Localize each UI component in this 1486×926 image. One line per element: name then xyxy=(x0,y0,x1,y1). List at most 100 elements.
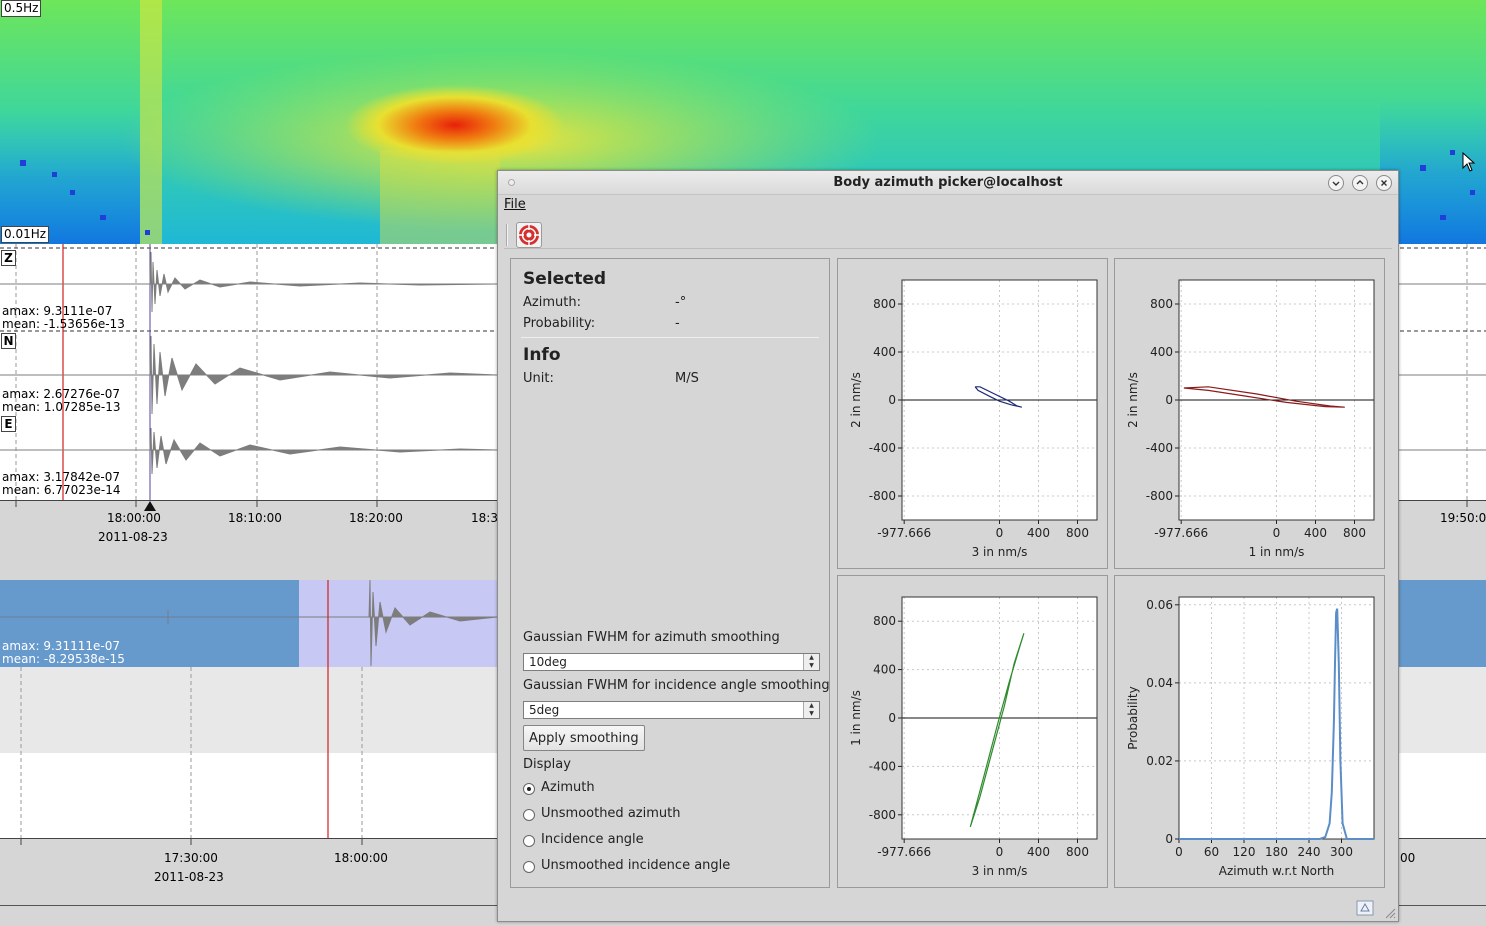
radio-unchecked-icon[interactable] xyxy=(523,809,535,821)
trace-component-e: E xyxy=(1,416,16,432)
x-tick-label: 800 xyxy=(1066,845,1089,859)
apply-smoothing-button[interactable]: Apply smoothing xyxy=(523,725,645,751)
incidence-smoothing-input[interactable] xyxy=(526,702,796,718)
incidence-smoothing-spinbox[interactable]: ▲ ▼ xyxy=(523,701,820,719)
azimuth-smoothing-spinbox[interactable]: ▲ ▼ xyxy=(523,653,820,671)
chevron-up-icon xyxy=(1356,180,1364,185)
y-tick-label: 0 xyxy=(888,393,896,407)
y-tick-label: 800 xyxy=(1150,297,1173,311)
trace-e-mean: mean: 6.77023e-14 xyxy=(2,483,121,497)
spin-up-icon[interactable]: ▲ xyxy=(804,654,819,662)
spin-down-icon[interactable]: ▼ xyxy=(804,662,819,670)
x-axis-label: 1 in nm/s xyxy=(1249,545,1305,559)
y-axis-label: 2 in nm/s xyxy=(1126,372,1140,428)
azimuth-label: Azimuth: xyxy=(523,295,581,310)
x-tick-label: 300 xyxy=(1330,845,1353,859)
selected-heading: Selected xyxy=(523,269,607,289)
pick-marker-icon xyxy=(144,501,156,511)
display-label: Display xyxy=(523,757,571,772)
x-tick-label: 240 xyxy=(1298,845,1321,859)
toolbar xyxy=(504,221,1392,249)
overview-time-tick: 18:00:00 xyxy=(334,851,388,865)
x-tick-label: 400 xyxy=(1304,526,1327,540)
x-axis-label: 3 in nm/s xyxy=(972,545,1028,559)
azimuth-probability-plot[interactable]: 0 60 120 180 240 300 0.06 0.04 0.02 0 Azimuth w.r.… xyxy=(1114,575,1385,888)
particle-motion-plot-3-vs-2[interactable]: -977.666 0 400 800 800 400 0 -400 -800 3 in nm/s 2… xyxy=(837,258,1108,569)
y-tick-label: 400 xyxy=(873,663,896,677)
radio-unchecked-icon[interactable] xyxy=(523,861,535,873)
particle-motion-plot-1-vs-2[interactable]: -977.666 0 400 800 800 400 0 -400 -800 1 in nm/s 2… xyxy=(1114,258,1385,569)
radio-unchecked-icon[interactable] xyxy=(523,835,535,847)
y-tick-label: -800 xyxy=(869,808,896,822)
x-tick-label: 800 xyxy=(1066,526,1089,540)
menu-bar: File xyxy=(504,197,526,215)
pick-azimuth-button[interactable] xyxy=(516,222,542,248)
window-title: Body azimuth picker@localhost xyxy=(833,175,1063,190)
window-titlebar[interactable]: Body azimuth picker@localhost xyxy=(498,171,1398,195)
y-tick-label: 800 xyxy=(873,614,896,628)
toolbar-handle[interactable] xyxy=(506,224,508,246)
x-tick-label: 400 xyxy=(1027,526,1050,540)
y-tick-label: -800 xyxy=(869,489,896,503)
overview-time-tick: 00 xyxy=(1400,851,1416,865)
probability-value: - xyxy=(675,316,680,331)
y-tick-label: 0 xyxy=(1165,393,1173,407)
y-axis-label: Probability xyxy=(1126,686,1140,749)
x-tick-label: 0 xyxy=(996,845,1004,859)
particle-motion-chart: -977.666 0 400 800 800 400 0 -400 -800 3 in nm/s 2… xyxy=(849,279,1098,559)
trace-n-mean: mean: 1.07285e-13 xyxy=(2,400,121,414)
time-tick: 18:10:00 xyxy=(228,511,282,525)
y-tick-label: -800 xyxy=(1146,489,1173,503)
time-tick: 18:00:00 xyxy=(107,511,161,525)
spin-down-icon[interactable]: ▼ xyxy=(804,710,819,718)
x-tick-label: -977.666 xyxy=(877,845,931,859)
time-tick: 19:50:0 xyxy=(1440,511,1486,525)
y-axis-label: 2 in nm/s xyxy=(849,372,863,428)
trace-component-z: Z xyxy=(1,250,16,266)
particle-motion-plot-3-vs-1[interactable]: -977.666 0 400 800 800 400 0 -400 -800 3 in nm/s 1… xyxy=(837,575,1108,888)
spin-up-icon[interactable]: ▲ xyxy=(804,702,819,710)
time-tick: 18:3 xyxy=(471,511,498,525)
y-tick-label: -400 xyxy=(1146,441,1173,455)
azimuth-smoothing-input[interactable] xyxy=(526,654,796,670)
y-tick-label: 0.06 xyxy=(1146,598,1173,612)
maximize-button[interactable] xyxy=(1352,175,1368,191)
overview-mean: mean: -8.29538e-15 xyxy=(2,652,125,666)
y-tick-label: 0 xyxy=(888,711,896,725)
unit-label: Unit: xyxy=(523,371,554,386)
azimuth-smoothing-label: Gaussian FWHM for azimuth smoothing xyxy=(523,630,780,645)
screen-icon[interactable] xyxy=(1356,900,1374,916)
y-tick-label: 0.02 xyxy=(1146,754,1173,768)
overview-time-tick: 17:30:00 xyxy=(164,851,218,865)
max-frequency-label: 0.5Hz xyxy=(1,0,42,17)
y-tick-label: 400 xyxy=(873,345,896,359)
menu-file[interactable]: File xyxy=(504,197,526,212)
resize-grip-icon[interactable] xyxy=(1384,907,1396,919)
overview-time-axis-date: 2011-08-23 xyxy=(154,870,224,884)
close-icon xyxy=(1381,180,1387,186)
info-heading: Info xyxy=(523,345,561,365)
close-button[interactable] xyxy=(1376,175,1392,191)
trace-z-mean: mean: -1.53656e-13 xyxy=(2,317,125,331)
min-frequency-label: 0.01Hz xyxy=(1,226,50,243)
azimuth-value: -° xyxy=(675,295,687,310)
probability-label: Probability: xyxy=(523,316,596,331)
trace-component-n: N xyxy=(1,333,16,349)
mouse-cursor-icon xyxy=(1462,152,1476,172)
radio-label: Incidence angle xyxy=(541,832,644,847)
x-tick-label: 0 xyxy=(996,526,1004,540)
minimize-button[interactable] xyxy=(1328,175,1344,191)
y-tick-label: 800 xyxy=(873,297,896,311)
unit-value: M/S xyxy=(675,371,699,386)
radio-label: Unsmoothed azimuth xyxy=(541,806,681,821)
y-tick-label: -400 xyxy=(869,759,896,773)
x-axis-label: 3 in nm/s xyxy=(972,864,1028,878)
particle-motion-chart: -977.666 0 400 800 800 400 0 -400 -800 3 in nm/s 1… xyxy=(849,596,1098,878)
chevron-down-icon xyxy=(1332,181,1340,186)
x-tick-label: 120 xyxy=(1233,845,1256,859)
target-icon xyxy=(518,224,540,246)
azimuth-probability-chart: 0 60 120 180 240 300 0.06 0.04 0.02 0 Azimuth w.r.… xyxy=(1126,596,1375,878)
radio-checked-icon[interactable] xyxy=(523,783,535,795)
radio-label: Unsmoothed incidence angle xyxy=(541,858,731,873)
x-tick-label: 400 xyxy=(1027,845,1050,859)
